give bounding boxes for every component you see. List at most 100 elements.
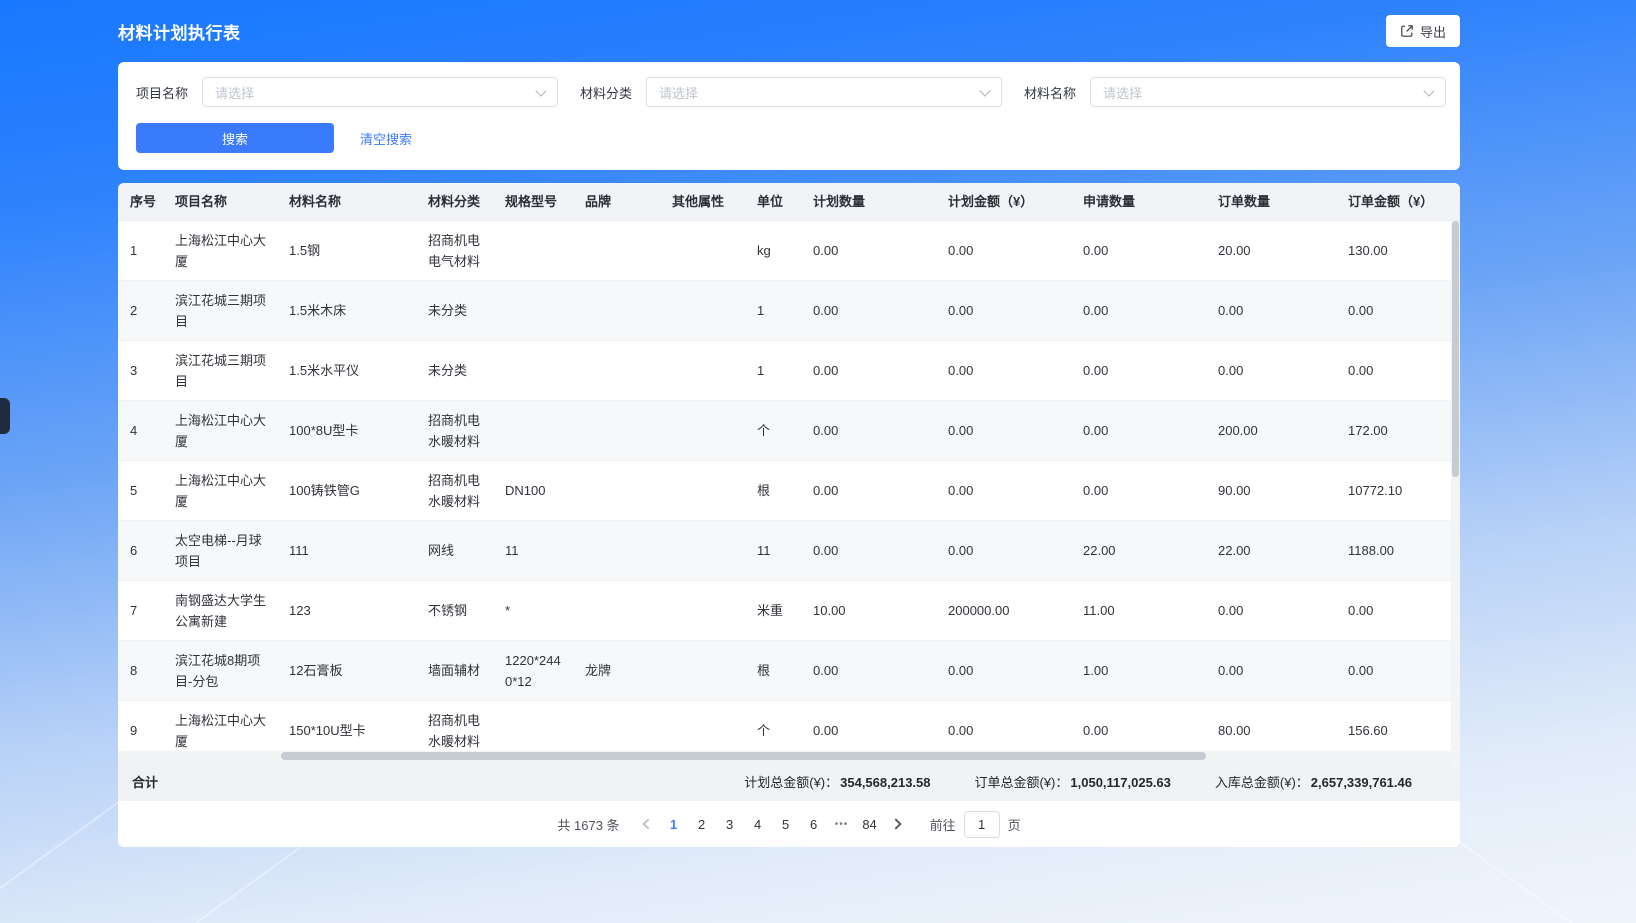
table-cell: 0.00: [1206, 594, 1336, 627]
table-cell: [573, 305, 660, 317]
table-cell: 200000.00: [936, 594, 1071, 627]
table-cell: 0.00: [1336, 654, 1460, 687]
page-button-2[interactable]: 2: [688, 810, 716, 838]
inbound-total-value: 2,657,339,761.46: [1311, 775, 1412, 790]
search-button[interactable]: 搜索: [136, 123, 334, 153]
goto-label: 前往: [930, 815, 956, 834]
table-cell: 80.00: [1206, 714, 1336, 747]
page-button-4[interactable]: 4: [744, 810, 772, 838]
page-button-5[interactable]: 5: [772, 810, 800, 838]
export-button-label: 导出: [1420, 22, 1446, 41]
table-cell: 滨江花城三期项目: [163, 344, 277, 398]
chevron-down-icon: [1423, 85, 1434, 96]
table-cell: [660, 725, 745, 737]
plan-total: 计划总金额(¥)：354,568,213.58: [744, 772, 930, 791]
table-cell: 0.00: [801, 654, 936, 687]
table-cell: [660, 545, 745, 557]
table-cell: 0.00: [1071, 354, 1206, 387]
column-header-4: 规格型号: [493, 185, 573, 218]
table-row[interactable]: 6太空电梯--月球项目111网线11110.000.0022.0022.0011…: [118, 521, 1460, 581]
table-cell: 1.5米木床: [277, 294, 416, 327]
table-cell: 0.00: [1336, 294, 1460, 327]
table-cell: 0.00: [801, 474, 936, 507]
table-cell: [493, 365, 573, 377]
table-cell: [493, 725, 573, 737]
prev-page-button[interactable]: [636, 810, 660, 838]
table-cell: 0.00: [936, 654, 1071, 687]
table-cell: 10772.10: [1336, 474, 1460, 507]
table-cell: 156.60: [1336, 714, 1460, 747]
table-cell: 0.00: [1206, 294, 1336, 327]
total-count-text: 共 1673 条: [557, 815, 619, 834]
table-row[interactable]: 3滨江花城三期项目1.5米水平仪未分类10.000.000.000.000.00: [118, 341, 1460, 401]
summary-total-label: 合计: [132, 772, 158, 791]
table-cell: 米重: [745, 594, 801, 627]
table-cell: 0.00: [1071, 714, 1206, 747]
table-cell: 100铸铁管G: [277, 474, 416, 507]
table-cell: 130.00: [1336, 234, 1460, 267]
table-cell: 0.00: [1206, 354, 1336, 387]
table-row[interactable]: 7南钢盛达大学生公寓新建123不锈钢*米重10.00200000.0011.00…: [118, 581, 1460, 641]
table-cell: [660, 365, 745, 377]
top-bar: 材料计划执行表 导出: [118, 0, 1460, 62]
pagination-bar: 共 1673 条 123456•••84 前往 页: [118, 801, 1460, 847]
table-cell: 0.00: [936, 354, 1071, 387]
goto-page-input[interactable]: [964, 811, 1000, 838]
page-button-3[interactable]: 3: [716, 810, 744, 838]
column-header-11: 订单数量: [1206, 185, 1336, 218]
page-button-6[interactable]: 6: [800, 810, 828, 838]
table-cell: [660, 605, 745, 617]
horizontal-scrollbar[interactable]: [118, 751, 1460, 761]
table-card: 序号项目名称材料名称材料分类规格型号品牌其他属性单位计划数量计划金额（¥）申请数…: [118, 183, 1460, 847]
column-header-9: 计划金额（¥）: [936, 185, 1071, 218]
table-cell: 0.00: [1336, 594, 1460, 627]
vertical-scrollbar[interactable]: [1451, 221, 1460, 770]
table-cell: [573, 725, 660, 737]
page-button-84[interactable]: 84: [856, 810, 884, 838]
table-cell: 11: [493, 534, 573, 567]
table-cell: 0.00: [936, 234, 1071, 267]
plan-total-label: 计划总金额(¥)：: [744, 775, 838, 790]
table-cell: 90.00: [1206, 474, 1336, 507]
export-icon: [1400, 24, 1414, 38]
filter-group-project-name: 项目名称 请选择: [136, 77, 558, 107]
table-row[interactable]: 5上海松江中心大厦100铸铁管G招商机电水暖材料DN100根0.000.000.…: [118, 461, 1460, 521]
table-cell: 4: [118, 414, 163, 447]
table-cell: 172.00: [1336, 414, 1460, 447]
table-cell: 111: [277, 534, 416, 567]
table-row[interactable]: 8滨江花城8期项目-分包12石膏板墙面辅材1220*2440*12龙牌根0.00…: [118, 641, 1460, 701]
table-cell: 上海松江中心大厦: [163, 704, 277, 758]
table-cell: 3: [118, 354, 163, 387]
table-cell: 0.00: [936, 534, 1071, 567]
material-category-select[interactable]: 请选择: [646, 77, 1002, 107]
table-row[interactable]: 1上海松江中心大厦1.5钢招商机电电气材料kg0.000.000.0020.00…: [118, 221, 1460, 281]
filter-group-material-category: 材料分类 请选择: [580, 77, 1002, 107]
table-cell: 0.00: [801, 354, 936, 387]
page-ellipsis[interactable]: •••: [828, 810, 856, 838]
table-cell: [573, 545, 660, 557]
clear-search-link[interactable]: 清空搜索: [360, 129, 412, 148]
column-header-2: 材料名称: [277, 185, 416, 218]
table-cell: [493, 425, 573, 437]
table-cell: 1.00: [1071, 654, 1206, 687]
material-name-select[interactable]: 请选择: [1090, 77, 1446, 107]
horizontal-scrollbar-thumb[interactable]: [281, 752, 1206, 760]
export-button[interactable]: 导出: [1386, 15, 1460, 47]
project-name-select[interactable]: 请选择: [202, 77, 558, 107]
table-cell: 1: [118, 234, 163, 267]
select-placeholder: 请选择: [1103, 83, 1142, 102]
project-name-label: 项目名称: [136, 83, 188, 102]
next-page-button[interactable]: [884, 810, 908, 838]
table-cell: 0.00: [1071, 474, 1206, 507]
vertical-scrollbar-thumb[interactable]: [1452, 221, 1459, 477]
page-button-1[interactable]: 1: [660, 810, 688, 838]
table-cell: 10.00: [801, 594, 936, 627]
table-cell: [660, 485, 745, 497]
page-title: 材料计划执行表: [118, 19, 241, 44]
table-row[interactable]: 2滨江花城三期项目1.5米木床未分类10.000.000.000.000.00: [118, 281, 1460, 341]
table-row[interactable]: 4上海松江中心大厦100*8U型卡招商机电水暖材料个0.000.000.0020…: [118, 401, 1460, 461]
table-cell: 2: [118, 294, 163, 327]
column-header-1: 项目名称: [163, 185, 277, 218]
drawer-toggle-handle[interactable]: [0, 398, 10, 434]
order-total: 订单总金额(¥)：1,050,117,025.63: [975, 772, 1171, 791]
